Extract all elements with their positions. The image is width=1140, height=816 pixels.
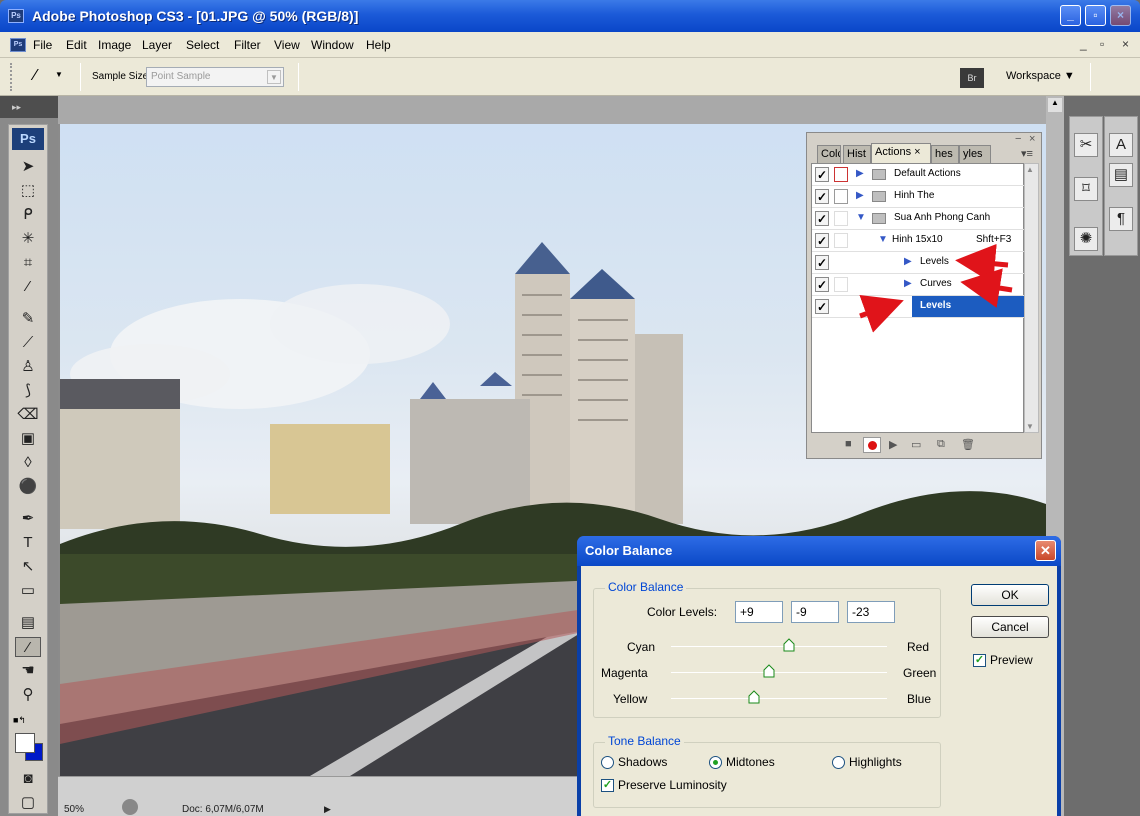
slider-right-label: Green (903, 666, 937, 680)
red-arrow-icon (960, 268, 1013, 308)
cyan-red-slider-thumb[interactable] (783, 638, 795, 652)
shadows-label[interactable]: Shadows (618, 755, 667, 769)
preview-label[interactable]: Preview (990, 653, 1033, 667)
preview-checkbox[interactable]: ✓ (973, 654, 986, 667)
expand-triangle-icon[interactable]: ▶ (904, 300, 912, 311)
color-balance-dialog: Color Balance ✕ Color Balance Color Leve… (577, 536, 1061, 816)
step-label: Levels (920, 300, 952, 311)
color-balance-group-label: Color Balance (605, 580, 687, 594)
preserve-luminosity-label[interactable]: Preserve Luminosity (618, 778, 727, 792)
midtones-label[interactable]: Midtones (726, 755, 775, 769)
dialog-title: Color Balance (585, 543, 673, 558)
midtones-radio[interactable] (709, 756, 722, 769)
slider-left-label: Cyan (627, 640, 656, 654)
magenta-green-slider-thumb[interactable] (763, 664, 775, 678)
cancel-button[interactable]: Cancel (971, 616, 1049, 638)
level-cyan-red-input[interactable]: +9 (735, 601, 783, 623)
dialog-titlebar[interactable]: Color Balance ✕ (577, 536, 1061, 566)
slider-right-label: Red (907, 640, 930, 654)
color-levels-label: Color Levels: (647, 605, 718, 619)
dialog-close-button[interactable]: ✕ (1035, 540, 1056, 561)
slider-right-label: Blue (907, 692, 932, 706)
tone-balance-group-label: Tone Balance (605, 734, 684, 748)
highlights-radio[interactable] (832, 756, 845, 769)
slider-left-label: Magenta (601, 666, 648, 680)
yellow-blue-track[interactable] (671, 698, 887, 699)
level-yellow-blue-input[interactable]: -23 (847, 601, 895, 623)
tone-balance-group (593, 742, 941, 808)
red-arrow-icon (859, 294, 904, 333)
dialog-body: Color Balance Color Levels: +9 -9 -23 Cy… (581, 566, 1057, 816)
highlights-label[interactable]: Highlights (849, 755, 902, 769)
red-arrow-icon (955, 243, 1009, 284)
yellow-blue-slider-thumb[interactable] (748, 690, 760, 704)
cyan-red-track[interactable] (671, 646, 887, 647)
magenta-green-track[interactable] (671, 672, 887, 673)
level-magenta-green-input[interactable]: -9 (791, 601, 839, 623)
preserve-luminosity-checkbox[interactable]: ✓ (601, 779, 614, 792)
slider-left-label: Yellow (613, 692, 648, 706)
ok-button[interactable]: OK (971, 584, 1049, 606)
shadows-radio[interactable] (601, 756, 614, 769)
foreground-color-swatch[interactable] (15, 733, 35, 753)
